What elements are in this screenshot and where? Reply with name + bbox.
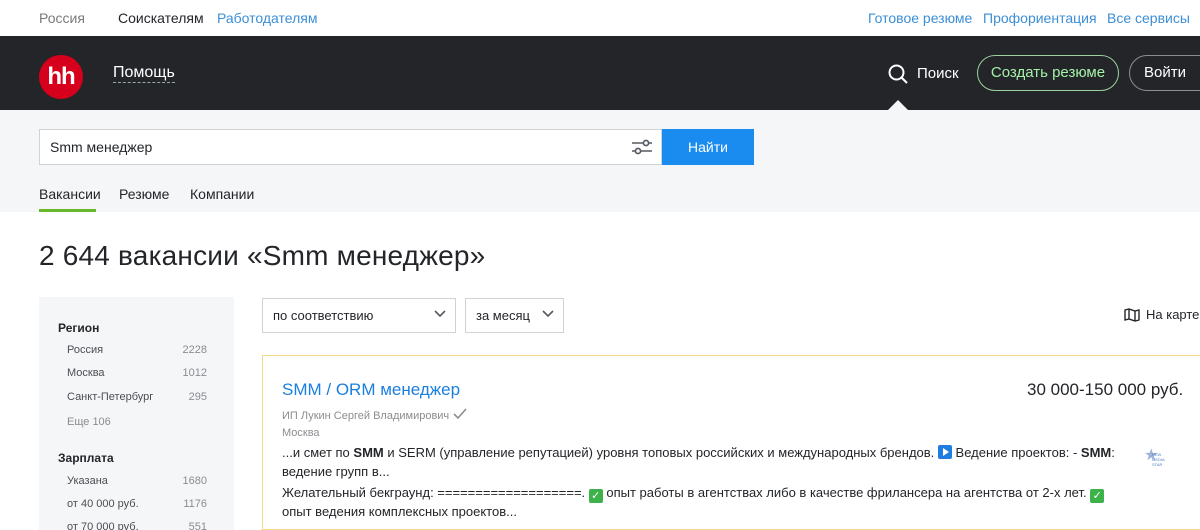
vacancy-requirement-line: опыт ведения комплексных проектов... [282, 504, 517, 519]
snippet-text: : [1111, 445, 1115, 460]
top-navigation: Россия Соискателям Работодателям Готовое… [0, 0, 1200, 36]
filter-item-salary-40k[interactable]: от 40 000 руб. 1176 [67, 498, 207, 510]
vacancy-snippet-line: ...и смет по SMM и SERM (управление репу… [282, 444, 1115, 461]
checkmark-icon: ✓ [1090, 489, 1105, 503]
more-regions-link[interactable]: Еще 106 [67, 416, 111, 428]
filter-item-count: 295 [188, 391, 207, 403]
career-guidance-link[interactable]: Профориентация [983, 10, 1097, 26]
play-icon [937, 445, 952, 459]
filter-item-spb[interactable]: Санкт-Петербург 295 [67, 391, 207, 403]
filters-sidebar: Регион Россия 2228 Москва 1012 Санкт-Пет… [39, 297, 234, 530]
vacancy-company-link[interactable]: ИП Лукин Сергей Владимирович [282, 410, 449, 422]
sort-select-value: по соответствию [273, 308, 374, 323]
filter-item-count: 2228 [182, 344, 207, 356]
filter-item-russia[interactable]: Россия 2228 [67, 344, 207, 356]
filter-item-moscow[interactable]: Москва 1012 [67, 367, 207, 379]
help-link[interactable]: Помощь [113, 64, 175, 83]
filter-item-count: 1176 [183, 498, 207, 510]
filter-item-label: от 70 000 руб. [67, 521, 139, 530]
tab-resumes[interactable]: Резюме [119, 186, 169, 202]
filter-item-salary-70k[interactable]: от 70 000 руб. 551 [67, 521, 207, 530]
filter-item-label: Россия [67, 344, 104, 356]
filter-item-label: Санкт-Петербург [67, 391, 154, 403]
all-services-link[interactable]: Все сервисы [1107, 10, 1190, 26]
create-resume-button[interactable]: Создать резюме [977, 55, 1119, 91]
checkmark-icon: ✓ [588, 489, 603, 503]
map-link-label: На карте [1146, 307, 1200, 322]
chevron-down-icon [542, 310, 554, 318]
snippet-text: опыт работы в агентствах либо в качестве… [602, 485, 1091, 500]
results-heading: 2 644 вакансии «Smm менеджер» [39, 240, 486, 271]
snippet-text: и SERM (управление репутацией) уровня то… [383, 445, 938, 460]
filter-settings-icon[interactable] [631, 137, 653, 157]
tab-companies[interactable]: Компании [190, 186, 254, 202]
find-button[interactable]: Найти [662, 129, 754, 165]
region-link[interactable]: Россия [39, 10, 85, 26]
seekers-link[interactable]: Соискателям [118, 10, 204, 26]
filter-item-count: 551 [188, 521, 207, 530]
filter-item-label: Указана [67, 475, 108, 487]
region-filter-title: Регион [58, 321, 100, 335]
vacancy-card: SMM / ORM менеджер 30 000-150 000 руб. И… [262, 355, 1200, 530]
filter-item-count: 1680 [182, 475, 207, 487]
login-button[interactable]: Войти [1129, 55, 1200, 91]
company-logo-label: NEW MEDIA STAR [1152, 452, 1165, 467]
search-icon [888, 64, 908, 84]
verified-check-icon [453, 408, 467, 420]
vacancy-requirement-line: Желательный бекграунд: =================… [282, 484, 1105, 503]
filter-item-label: Москва [67, 367, 105, 379]
sort-select[interactable]: по соответствию [262, 298, 456, 333]
main-header: hh Помощь Поиск Создать резюме Войти [0, 36, 1200, 110]
chevron-down-icon [434, 310, 446, 318]
search-band: Найти Вакансии Резюме Компании [0, 110, 1200, 212]
vacancy-snippet-line: ведение групп в... [282, 464, 390, 479]
snippet-text: ...и смет по [282, 445, 354, 460]
snippet-highlight: SMM [353, 445, 384, 460]
company-logo[interactable]: ★ NEW MEDIA STAR [1143, 448, 1169, 472]
map-icon [1124, 308, 1140, 322]
snippet-text: Ведение проектов: - [951, 445, 1081, 460]
hh-logo[interactable]: hh [39, 55, 83, 99]
filter-item-count: 1012 [182, 367, 207, 379]
period-select-value: за месяц [476, 308, 530, 323]
period-select[interactable]: за месяц [465, 298, 564, 333]
search-label: Поиск [917, 65, 959, 82]
filter-item-label: от 40 000 руб. [67, 498, 139, 510]
search-caret [888, 100, 908, 110]
employers-link[interactable]: Работодателям [217, 10, 318, 26]
ready-resume-link[interactable]: Готовое резюме [868, 10, 972, 26]
salary-filter-title: Зарплата [58, 451, 114, 465]
snippet-highlight: SMM [1080, 445, 1112, 460]
vacancy-city: Москва [282, 427, 320, 439]
tab-vacancies[interactable]: Вакансии [39, 186, 101, 202]
filter-item-salary-specified[interactable]: Указана 1680 [67, 475, 207, 487]
vacancy-salary: 30 000-150 000 руб. [1027, 380, 1184, 399]
snippet-text: Желательный бекграунд: =================… [282, 485, 589, 500]
active-tab-indicator [39, 209, 96, 212]
search-input[interactable] [39, 129, 662, 165]
vacancy-title-link[interactable]: SMM / ORM менеджер [282, 380, 460, 400]
